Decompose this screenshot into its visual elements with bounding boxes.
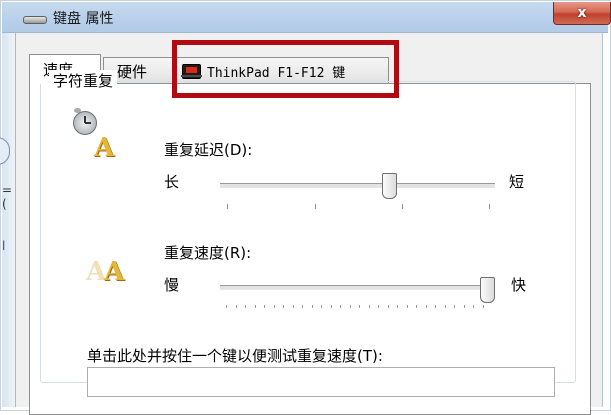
slider-tick xyxy=(464,305,465,308)
background-link: l xyxy=(2,239,6,253)
slider-tick xyxy=(489,204,490,209)
slider-tick xyxy=(227,204,228,209)
slider-tick xyxy=(378,305,379,308)
repeat-delay-max-label: 短 xyxy=(509,173,525,191)
slider-tick xyxy=(302,305,303,308)
group-title: 字符重复 xyxy=(49,70,118,91)
repeat-rate-min-label: 慢 xyxy=(164,276,180,294)
slider-tick xyxy=(340,305,341,308)
letter-a-icon: A xyxy=(104,257,125,287)
slider-tick xyxy=(397,305,398,308)
slider-tick xyxy=(388,305,389,308)
close-button[interactable]: x xyxy=(553,2,611,25)
repeat-delay-min-label: 长 xyxy=(164,173,180,191)
slider-tick xyxy=(416,305,417,308)
slider-tick xyxy=(236,305,237,308)
slider-tick xyxy=(369,305,370,308)
slider-tick xyxy=(321,305,322,308)
slider-tick xyxy=(226,305,227,308)
back-button-icon xyxy=(0,137,10,165)
test-repeat-label: 单击此处并按住一个键以便测试重复速度(T): xyxy=(87,347,383,365)
repeat-rate-slider-track[interactable] xyxy=(220,285,495,290)
slider-tick xyxy=(435,305,436,308)
keyboard-icon xyxy=(23,16,47,24)
slider-tick xyxy=(407,305,408,308)
repeat-rate-slider-thumb[interactable] xyxy=(480,277,495,303)
slider-tick xyxy=(473,305,474,308)
highlight-annotation xyxy=(172,40,399,98)
slider-tick xyxy=(293,305,294,308)
window-title: 键盘 属性 xyxy=(53,11,114,27)
window-frame: 键盘 属性 x =( l 速度 硬件 ThinkPad F1-F12 键 字符重… xyxy=(0,0,611,415)
slider-tick xyxy=(283,305,284,308)
letter-a-icon: A xyxy=(94,133,115,163)
slider-tick xyxy=(445,305,446,308)
tab-hardware-label: 硬件 xyxy=(117,62,148,81)
repeat-delay-slider-track[interactable] xyxy=(220,183,495,188)
slider-tick xyxy=(245,305,246,308)
slider-tick xyxy=(359,305,360,308)
close-icon: x xyxy=(577,5,587,21)
slider-tick xyxy=(402,204,403,209)
background-text: =( xyxy=(2,183,13,211)
test-repeat-input[interactable] xyxy=(87,367,555,397)
slider-tick xyxy=(315,204,316,209)
slider-tick xyxy=(350,305,351,308)
background-window-edge: =( l xyxy=(0,33,16,407)
character-repeat-group xyxy=(40,81,576,383)
slider-tick xyxy=(454,305,455,308)
slider-tick xyxy=(264,305,265,308)
slider-tick xyxy=(426,305,427,308)
slider-tick xyxy=(312,305,313,308)
repeat-delay-label: 重复延迟(D): xyxy=(164,141,253,159)
slider-tick xyxy=(274,305,275,308)
slider-tick xyxy=(483,305,484,308)
repeat-rate-max-label: 快 xyxy=(511,276,527,294)
slider-tick xyxy=(255,305,256,308)
repeat-rate-label: 重复速度(R): xyxy=(164,244,252,262)
repeat-delay-icon xyxy=(73,105,101,135)
repeat-delay-slider-thumb[interactable] xyxy=(381,173,397,199)
slider-tick xyxy=(331,305,332,308)
title-bar[interactable]: 键盘 属性 x xyxy=(2,2,611,33)
